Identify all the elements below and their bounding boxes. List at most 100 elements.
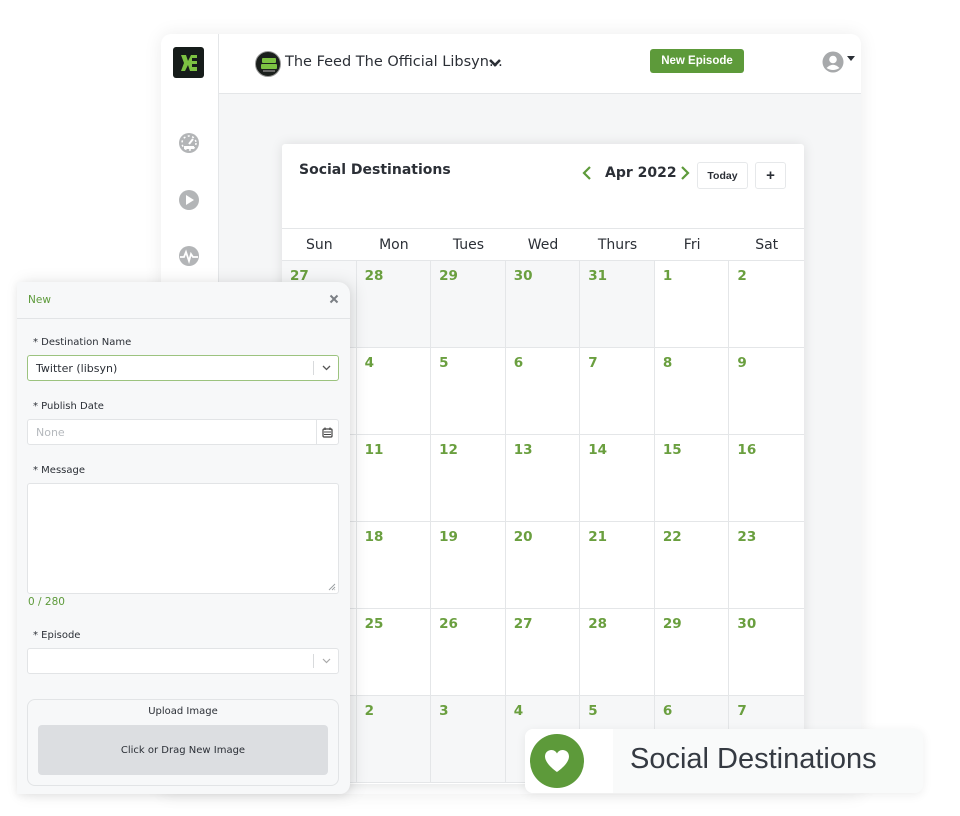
calendar-day-cell[interactable]: 12 (431, 435, 506, 521)
calendar-day-cell[interactable]: 6 (506, 348, 581, 434)
podcast-title[interactable]: The Feed The Official Libsyn... (285, 54, 503, 70)
calendar-day-cell[interactable]: 31 (580, 261, 655, 347)
day-number: 26 (439, 616, 458, 632)
chevron-down-icon[interactable] (489, 58, 501, 68)
select-separator (313, 361, 314, 375)
calendar-day-cell[interactable]: 19 (431, 522, 506, 608)
calendar-icon (322, 427, 333, 438)
podcast-avatar[interactable] (255, 51, 281, 77)
calendar-day-cell[interactable]: 30 (505, 261, 581, 347)
calendar-day-cell[interactable]: 2 (356, 696, 432, 782)
day-number: 29 (439, 268, 458, 284)
weekday-header: Wed (527, 236, 559, 253)
libsyn-logo[interactable] (173, 47, 204, 78)
calendar-day-cell[interactable]: 2 (729, 261, 804, 347)
current-month-label: Apr 2022 (605, 165, 677, 181)
calendar-day-cell[interactable]: 3 (431, 696, 506, 782)
user-avatar-icon[interactable] (822, 51, 844, 73)
calendar-day-cell[interactable]: 28 (580, 609, 655, 695)
calendar-day-cell[interactable]: 29 (655, 609, 730, 695)
weekday-header: Sun (305, 236, 333, 253)
calendar-day-cell[interactable]: 18 (357, 522, 432, 608)
publish-date-placeholder: None (36, 426, 65, 439)
calendar-day-cell[interactable]: 23 (729, 522, 804, 608)
calendar-title: Social Destinations (299, 162, 451, 178)
calendar-day-cell[interactable]: 15 (655, 435, 730, 521)
calendar-day-cell[interactable]: 25 (357, 609, 432, 695)
day-number: 27 (513, 616, 533, 632)
calendar-week-row: 3456789 (282, 348, 804, 435)
calendar-day-cell[interactable]: 28 (356, 261, 432, 347)
calendar-day-cell[interactable]: 20 (506, 522, 581, 608)
add-button[interactable]: + (755, 162, 786, 189)
day-number: 30 (513, 268, 533, 284)
speedometer-icon[interactable] (178, 132, 200, 154)
weekday-header: Thurs (597, 236, 638, 253)
waveform-icon[interactable] (178, 245, 200, 267)
day-number: 29 (662, 616, 682, 632)
calendar-day-cell[interactable]: 22 (655, 522, 730, 608)
calendar-day-cell[interactable]: 16 (729, 435, 804, 521)
publish-date-input[interactable]: None (27, 419, 339, 445)
day-number: 21 (588, 529, 608, 545)
day-number: 3 (439, 703, 449, 719)
chevron-down-icon[interactable] (322, 365, 331, 371)
image-dropzone[interactable]: Click or Drag New Image (38, 725, 328, 775)
episode-select[interactable] (27, 648, 339, 674)
calendar-day-cell[interactable]: 4 (357, 348, 432, 434)
weekday-header: Sat (755, 236, 779, 253)
calendar-day-cell[interactable]: 29 (431, 261, 506, 347)
form-header: New (17, 282, 350, 319)
destination-name-label: * Destination Name (33, 337, 132, 348)
calendar-weeks: 2728293031123456789101112131415161718192… (282, 261, 804, 783)
play-icon[interactable] (178, 189, 200, 211)
date-picker-button[interactable] (316, 420, 338, 444)
calendar-day-cell[interactable]: 7 (580, 348, 655, 434)
today-button[interactable]: Today (697, 162, 748, 189)
destination-name-select[interactable]: Twitter (libsyn) (27, 355, 339, 381)
day-number: 4 (513, 703, 524, 719)
day-number: 16 (737, 442, 757, 458)
calendar-day-cell[interactable]: 21 (580, 522, 655, 608)
calendar-day-cell[interactable]: 9 (729, 348, 804, 434)
calendar-day-cell[interactable]: 26 (431, 609, 506, 695)
chevron-down-icon[interactable] (322, 658, 331, 664)
next-month-icon[interactable] (680, 166, 690, 180)
close-icon[interactable] (329, 294, 339, 304)
calendar-day-cell[interactable]: 11 (357, 435, 432, 521)
resize-handle-icon[interactable] (328, 583, 336, 591)
day-number: 31 (588, 268, 608, 284)
calendar-day-cell[interactable]: 14 (580, 435, 655, 521)
calendar-week-row: 17181920212223 (282, 522, 804, 609)
calendar-day-cell[interactable]: 5 (431, 348, 506, 434)
day-number: 9 (737, 355, 747, 371)
calendar-day-cell[interactable]: 30 (729, 609, 804, 695)
top-bar: The Feed The Official Libsyn... New Epis… (219, 34, 861, 94)
upload-image-section: Upload Image Click or Drag New Image (27, 699, 339, 786)
day-number: 11 (364, 442, 384, 458)
weekday-header-row: Sun Mon Tues Wed Thurs Fri Sat (282, 228, 804, 261)
calendar-day-cell[interactable]: 8 (655, 348, 730, 434)
day-number: 13 (513, 442, 533, 458)
episode-label: * Episode (33, 630, 81, 641)
caret-down-icon[interactable] (847, 56, 855, 61)
day-number: 14 (588, 442, 608, 458)
calendar-day-cell[interactable]: 13 (506, 435, 581, 521)
day-number: 12 (439, 442, 458, 458)
badge-notch (605, 753, 613, 769)
day-number: 25 (364, 616, 384, 632)
day-number: 20 (513, 529, 533, 545)
day-number: 7 (737, 703, 747, 719)
day-number: 4 (364, 355, 374, 371)
day-number: 15 (662, 442, 682, 458)
calendar-day-cell[interactable]: 27 (506, 609, 581, 695)
calendar-day-cell[interactable]: 1 (655, 261, 730, 347)
calendar-grid: SunMonTuesWedThursFriSat 272829303112345… (282, 228, 804, 783)
libsyn-logo-icon (180, 54, 197, 71)
message-textarea[interactable] (27, 483, 339, 594)
day-number: 5 (588, 703, 598, 719)
new-episode-button[interactable]: New Episode (650, 49, 744, 73)
day-number: 5 (439, 355, 449, 371)
previous-month-icon[interactable] (582, 166, 592, 180)
day-number: 8 (662, 355, 673, 371)
